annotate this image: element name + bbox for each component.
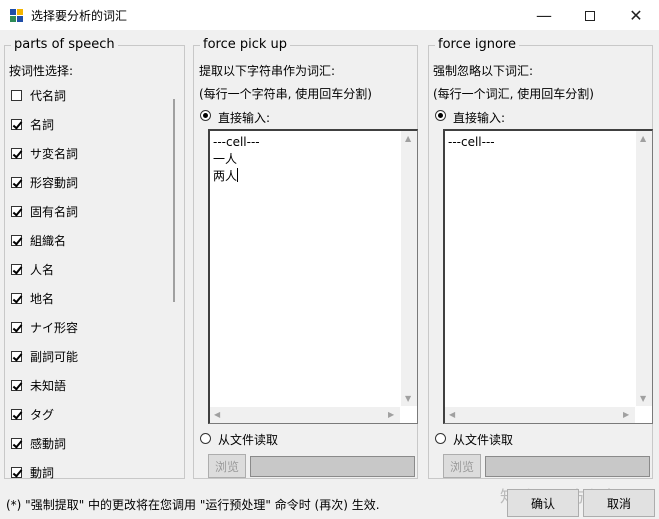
- app-icon: [10, 9, 23, 22]
- pos-checkbox-item[interactable]: 形容動詞: [11, 172, 78, 192]
- pos-checkbox-item[interactable]: 副詞可能: [11, 346, 78, 366]
- minimize-icon: —: [536, 6, 552, 25]
- pos-checkbox-item[interactable]: 固有名詞: [11, 201, 78, 221]
- force-pick-legend: force pick up: [203, 37, 288, 52]
- force-pick-file-radio[interactable]: [200, 433, 211, 444]
- pos-checkbox-item[interactable]: 代名詞: [11, 85, 66, 105]
- force-pick-browse-button[interactable]: 浏览: [208, 454, 246, 478]
- pos-checkbox-item[interactable]: 組織名: [11, 230, 66, 250]
- scroll-down-icon[interactable]: ▼: [405, 395, 411, 403]
- force-pick-hscroll[interactable]: ◀ ▶: [210, 407, 400, 423]
- status-note: (*) "强制提取" 中的更改将在您调用 "运行预处理" 命令时 (再次) 生效…: [6, 498, 380, 512]
- scroll-down-icon[interactable]: ▼: [640, 395, 646, 403]
- pos-checkbox-item[interactable]: 感動詞: [11, 433, 66, 453]
- force-pick-hint: (每行一个字符串, 使用回车分割): [199, 87, 372, 101]
- scroll-up-icon[interactable]: ▲: [640, 135, 646, 143]
- pos-checkbox-label: 代名詞: [30, 88, 67, 103]
- pos-checkbox-label: 感動詞: [30, 436, 67, 451]
- pos-checkbox[interactable]: [11, 466, 22, 478]
- force-pick-direct-radio[interactable]: [200, 110, 211, 121]
- force-pick-vscroll[interactable]: ▲ ▼: [401, 131, 417, 406]
- force-ignore-hscroll[interactable]: ◀ ▶: [445, 407, 635, 423]
- pos-checkbox[interactable]: [11, 263, 22, 275]
- pos-checkbox-label: 人名: [30, 262, 55, 277]
- pos-checkbox-label: ナイ形容: [30, 320, 79, 335]
- pos-checkbox-item[interactable]: 地名: [11, 288, 54, 308]
- scroll-right-icon[interactable]: ▶: [388, 411, 394, 419]
- force-ignore-direct-radio[interactable]: [435, 110, 446, 121]
- pos-checkbox[interactable]: [11, 321, 22, 333]
- maximize-button[interactable]: [567, 0, 613, 31]
- pos-checkbox-label: サ変名詞: [30, 146, 79, 161]
- pos-checkbox[interactable]: [11, 176, 22, 188]
- force-ignore-text: ---cell---: [448, 135, 495, 149]
- force-pick-textarea[interactable]: ---cell--- 一人 两人 ▲ ▼ ◀ ▶: [208, 129, 418, 424]
- ok-button[interactable]: 确认: [507, 489, 579, 517]
- scroll-right-icon[interactable]: ▶: [623, 411, 629, 419]
- maximize-icon: [585, 10, 595, 21]
- force-pick-desc: 提取以下字符串作为词汇:: [199, 64, 336, 78]
- pos-checkbox-label: 固有名詞: [30, 204, 79, 219]
- pos-checkbox-item[interactable]: 動詞: [11, 462, 54, 482]
- force-ignore-direct-label: 直接输入:: [453, 111, 506, 125]
- pos-checkbox-item[interactable]: ナイ形容: [11, 317, 78, 337]
- force-ignore-hint: (每行一个词汇, 使用回车分割): [433, 87, 594, 101]
- force-ignore-file-path[interactable]: [485, 456, 650, 477]
- pos-checkbox-item[interactable]: 名詞: [11, 114, 54, 134]
- force-ignore-vscroll[interactable]: ▲ ▼: [636, 131, 652, 406]
- pos-checkbox-label: 未知語: [30, 378, 67, 393]
- force-pick-file-path[interactable]: [250, 456, 415, 477]
- close-icon: ✕: [629, 6, 643, 25]
- dialog-client: parts of speech 按词性选择: 代名詞名詞サ変名詞形容動詞固有名詞…: [0, 31, 659, 519]
- title-bar[interactable]: 选择要分析的词汇 — ✕: [0, 0, 659, 31]
- force-ignore-file-label: 从文件读取: [453, 433, 514, 447]
- force-ignore-file-radio[interactable]: [435, 433, 446, 444]
- pos-checkbox-label: 組織名: [30, 233, 67, 248]
- scroll-up-icon[interactable]: ▲: [405, 135, 411, 143]
- pos-checkbox-label: 動詞: [30, 465, 55, 480]
- force-ignore-legend: force ignore: [438, 37, 516, 52]
- force-pick-direct-label: 直接输入:: [218, 111, 271, 125]
- pos-checkbox[interactable]: [11, 205, 22, 217]
- pos-checkbox[interactable]: [11, 234, 22, 246]
- force-ignore-browse-button[interactable]: 浏览: [443, 454, 481, 478]
- pos-prompt: 按词性选择:: [9, 64, 74, 78]
- pos-checkbox-label: タグ: [30, 407, 55, 422]
- pos-checkbox[interactable]: [11, 437, 22, 449]
- pos-checkbox[interactable]: [11, 350, 22, 362]
- cancel-button[interactable]: 取消: [583, 489, 655, 517]
- pos-checkbox[interactable]: [11, 292, 22, 304]
- pos-checkbox[interactable]: [11, 89, 22, 101]
- pos-checkbox-item[interactable]: サ変名詞: [11, 143, 78, 163]
- pos-checkbox[interactable]: [11, 379, 22, 391]
- pos-checkbox-item[interactable]: 未知語: [11, 375, 66, 395]
- minimize-button[interactable]: —: [521, 0, 567, 31]
- force-ignore-textarea[interactable]: ---cell--- ▲ ▼ ◀ ▶: [443, 129, 653, 424]
- pos-checkbox-item[interactable]: タグ: [11, 404, 54, 424]
- pos-checkbox-label: 形容動詞: [30, 175, 79, 190]
- window-title: 选择要分析的词汇: [31, 9, 128, 23]
- pos-legend: parts of speech: [14, 37, 115, 52]
- scroll-left-icon[interactable]: ◀: [214, 411, 220, 419]
- force-ignore-desc: 强制忽略以下词汇:: [433, 64, 534, 78]
- scroll-left-icon[interactable]: ◀: [449, 411, 455, 419]
- force-pick-text: ---cell--- 一人 两人: [213, 135, 260, 183]
- pos-checkbox-label: 地名: [30, 291, 55, 306]
- pos-checkbox-item[interactable]: 人名: [11, 259, 54, 279]
- pos-checkbox-label: 副詞可能: [30, 349, 79, 364]
- force-pick-file-label: 从文件读取: [218, 433, 279, 447]
- pos-scrollbar[interactable]: [173, 99, 175, 302]
- pos-checkbox[interactable]: [11, 408, 22, 420]
- pos-checkbox-label: 名詞: [30, 117, 55, 132]
- close-button[interactable]: ✕: [613, 0, 659, 31]
- pos-checkbox[interactable]: [11, 147, 22, 159]
- pos-checkbox[interactable]: [11, 118, 22, 130]
